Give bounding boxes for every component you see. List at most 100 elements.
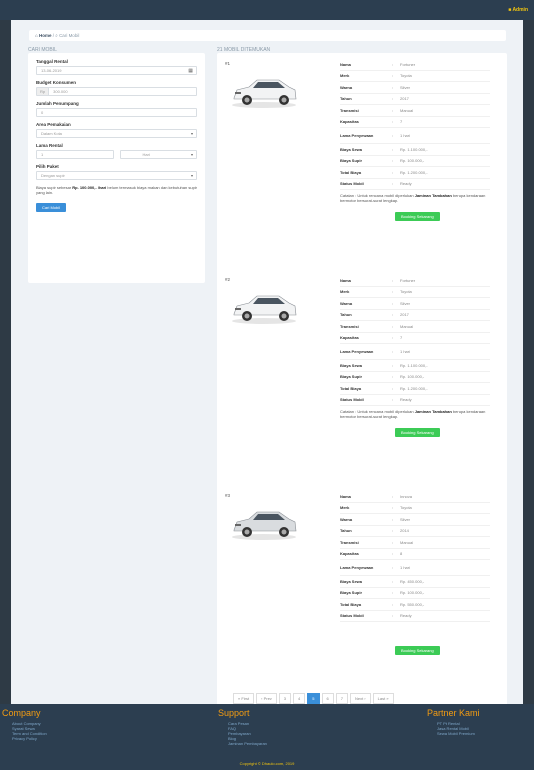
booking-button[interactable]: Booking Sekarang <box>395 646 440 655</box>
spec-colon: : <box>392 551 394 557</box>
date-input[interactable]: 13-06-2019 ▦ <box>36 66 197 75</box>
spec-key: Biaya Sewa <box>340 146 363 152</box>
spec-value: Rp. 100.000,- <box>400 590 425 596</box>
spec-colon: : <box>392 397 394 403</box>
passenger-label: Jumlah Penumpang <box>36 101 79 106</box>
spec-key: Status Mobil <box>340 613 364 619</box>
spec-colon: : <box>392 539 394 545</box>
spec-colon: : <box>392 84 394 90</box>
spec-row: Tahun:2017 <box>340 310 490 321</box>
spec-row: Kapasitas:7 <box>340 333 490 344</box>
spec-key: Total Biaya <box>340 169 362 175</box>
pagination-link[interactable]: 7 <box>335 693 348 704</box>
footer-support: Support Cara Pesan FAQ Pembayaran Blog Jamin… <box>218 708 267 746</box>
spec-row: Nama: Innova <box>340 491 490 503</box>
footer-company-title: Company <box>2 708 41 718</box>
spec-key: Total Biaya <box>340 385 362 391</box>
spec-value: Innova <box>400 493 413 499</box>
footer-link[interactable]: Privacy Policy <box>2 736 47 741</box>
spec-key: Merk <box>340 73 350 79</box>
date-label: Tanggal Rental <box>36 59 68 64</box>
pagination-link[interactable]: Last » <box>372 693 394 704</box>
spec-row: Status Mobil: Ready <box>340 179 490 190</box>
chevron-down-icon: ▾ <box>190 173 193 178</box>
spec-row: Lama Penyewaan: 1 hari <box>340 344 490 360</box>
pagination-link[interactable]: 6 <box>321 693 334 704</box>
spec-row: Merk: Toyota <box>340 503 490 514</box>
footer-partner-title: Partner Kami <box>427 708 480 718</box>
search-button[interactable]: Cari Mobil <box>36 203 67 212</box>
spec-row: Warna: Silver <box>340 514 490 526</box>
pagination-link[interactable]: « First <box>233 693 255 704</box>
spec-value: Silver <box>400 516 411 522</box>
spec-colon: : <box>392 61 394 67</box>
area-select[interactable]: Dalam Kota ▾ <box>36 129 197 138</box>
spec-colon: : <box>392 601 394 607</box>
car-specs: Nama: Fortuner Merk: Toyota Warna: Silver Tahu… <box>340 275 490 406</box>
spec-key: Biaya Sewa <box>340 362 363 368</box>
booking-button[interactable]: Booking Sekarang <box>395 428 440 437</box>
footer-support-links: Cara Pesan FAQ Pembayaran Blog Jaminan Pemba… <box>218 721 267 746</box>
spec-row: Merk: Toyota <box>340 287 490 298</box>
passenger-input[interactable]: 0 <box>36 108 197 117</box>
spec-value: Ready <box>400 181 412 187</box>
pagination-link[interactable]: 5 <box>307 693 320 704</box>
spec-colon: : <box>392 181 394 187</box>
spec-key: Status Mobil <box>340 181 364 187</box>
currency-addon: Rp <box>37 88 50 95</box>
pagination-link[interactable]: Next › <box>349 693 371 704</box>
spec-row: Biaya Supir: Rp. 100.000,- <box>340 156 490 167</box>
calendar-icon[interactable]: ▦ <box>188 68 193 74</box>
spec-key: Kapasitas <box>340 335 359 341</box>
car-specs: Nama: Fortuner Merk: Toyota Warna: Silver Tahu… <box>340 59 490 190</box>
spec-colon: : <box>392 73 394 79</box>
spec-key: Biaya Supir <box>340 374 363 380</box>
spec-row: Nama: Fortuner <box>340 59 490 71</box>
spec-row: Biaya Sewa: Rp. 1.100.000,- <box>340 360 490 372</box>
car-specs: Nama: Innova Merk: Toyota Warna: Silver Tahun:… <box>340 491 490 622</box>
budget-input[interactable]: Rp 300.000 <box>36 87 197 96</box>
breadcrumb-current: Cari Mobil <box>59 33 80 38</box>
spec-key: Biaya Sewa <box>340 578 363 584</box>
spec-key: Kapasitas <box>340 119 359 125</box>
booking-button[interactable]: Booking Sekarang <box>395 212 440 221</box>
frame-right <box>523 0 534 770</box>
pagination-link[interactable]: 4 <box>293 693 306 704</box>
spec-value: Rp. 100.000,- <box>400 374 425 380</box>
pagination-link[interactable]: ‹ Prev <box>256 693 277 704</box>
driver-select[interactable]: Dengan supir ▾ <box>36 171 197 180</box>
spec-colon: : <box>392 349 394 354</box>
spec-colon: : <box>392 578 394 584</box>
spec-colon: : <box>392 385 394 391</box>
results-panel: #1 Nama: Fortuner Merk: Toyota Warna: Silver Ta… <box>217 53 507 710</box>
spec-row: Total Biaya: Rp. 1.200.000,- <box>340 383 490 395</box>
booking-note: Catatan : Untuk rencana mobil diperlukan… <box>340 193 488 204</box>
footer-link[interactable]: Sewa Mobil Premium <box>427 731 480 736</box>
spec-colon: : <box>392 312 394 318</box>
user-menu[interactable]: ■ Admin <box>508 7 528 13</box>
footer-partner: Partner Kami PT Pt Rental Jasa Rental Mob… <box>427 708 480 736</box>
spec-row: Biaya Supir: Rp. 100.000,- <box>340 588 490 599</box>
pagination-link[interactable]: 3 <box>278 693 292 704</box>
spec-colon: : <box>392 374 394 380</box>
car-number: #2 <box>225 277 231 282</box>
footer-link[interactable]: Jaminan Pembayaran <box>218 741 267 746</box>
spec-colon: : <box>392 613 394 619</box>
frame-left <box>0 0 11 770</box>
search-panel: Tanggal Rental 13-06-2019 ▦ Budget Konsu… <box>28 53 205 283</box>
spec-key: Lama Penyewaan <box>340 565 374 570</box>
spec-key: Transmisi <box>340 539 359 545</box>
spec-value: Fortuner <box>400 61 416 67</box>
spec-value: Ready <box>400 397 412 403</box>
spec-row: Status Mobil: Ready <box>340 395 490 406</box>
duration-input[interactable]: 1 <box>36 150 114 159</box>
area-label: Area Pemakaian <box>36 122 71 127</box>
car-number: #1 <box>225 61 231 66</box>
duration-unit-select[interactable]: Hari ▾ <box>119 150 197 159</box>
spec-colon: : <box>392 362 394 368</box>
breadcrumb-home[interactable]: ⌂ Home <box>35 33 51 38</box>
spec-row: Biaya Sewa: Rp. 450.000,- <box>340 576 490 588</box>
car-number: #3 <box>225 493 231 498</box>
spec-key: Nama <box>340 61 351 67</box>
spec-key: Warna <box>340 516 353 522</box>
